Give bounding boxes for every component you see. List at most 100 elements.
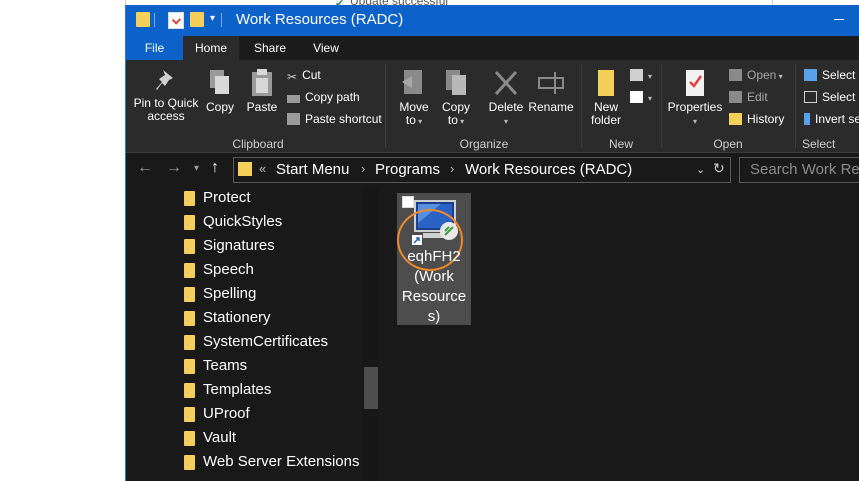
breadcrumb-overflow[interactable]: «	[259, 161, 266, 176]
tree-item-systemcertificates[interactable]: SystemCertificates	[184, 331, 364, 355]
copy-to-button[interactable]: Copy to ▾	[436, 68, 476, 128]
invert-selection-label: Invert selection	[815, 112, 859, 126]
folder-icon	[184, 191, 195, 206]
tree-item-web-server-extensions[interactable]: Web Server Extensions	[184, 451, 364, 475]
ribbon-tab-bar: File Home Share View	[126, 36, 859, 60]
title-bar: ▾ Work Resources (RADC)	[126, 5, 859, 36]
tree-item-label: SystemCertificates	[203, 333, 329, 350]
tree-item-signatures[interactable]: Signatures	[184, 235, 364, 259]
tab-share[interactable]: Share	[242, 36, 298, 60]
tree-item-templates[interactable]: Templates	[184, 379, 364, 403]
tree-item-vault[interactable]: Vault	[184, 427, 364, 451]
folder-icon	[136, 12, 150, 27]
breadcrumb-work-resources[interactable]: Work Resources (RADC)	[465, 161, 632, 178]
search-input[interactable]: Search Work Resources (RADC)	[739, 157, 859, 183]
tree-item-label: Templates	[203, 381, 272, 398]
minimize-button[interactable]	[834, 19, 844, 20]
tree-item-quickstyles[interactable]: QuickStyles	[184, 211, 364, 235]
folder-icon	[184, 359, 195, 374]
window-title: Work Resources (RADC)	[236, 11, 404, 28]
folder-icon	[184, 407, 195, 422]
new-item-button[interactable]: ▾	[630, 68, 652, 84]
navigation-scrollbar[interactable]	[362, 187, 379, 481]
tree-item-label: Speech	[203, 261, 254, 278]
select-none-button[interactable]: Select none	[804, 90, 859, 104]
recent-locations-chevron-icon[interactable]: ▾	[194, 163, 199, 174]
select-group: Select all Select none Invert selection …	[802, 60, 859, 152]
tab-file[interactable]: File	[126, 36, 183, 60]
back-arrow-icon[interactable]: ←	[137, 159, 153, 177]
tree-item-label: UProof	[203, 405, 250, 422]
properties-button[interactable]: Properties ▾	[666, 68, 724, 128]
breadcrumb-separator[interactable]: ›	[450, 161, 454, 176]
paste-button[interactable]: Paste	[244, 68, 280, 114]
rename-icon	[538, 72, 564, 94]
tree-item-stationery[interactable]: Stationery	[184, 307, 364, 331]
customize-toolbar-chevron-icon[interactable]: ▾	[210, 13, 215, 24]
chevron-down-icon: ▾	[692, 117, 697, 126]
file-name-line: eqhFH2	[407, 248, 461, 265]
scrollbar-thumb[interactable]	[364, 367, 378, 409]
select-all-button[interactable]: Select all	[804, 68, 859, 82]
pin-icon	[156, 70, 173, 90]
tree-item-teams[interactable]: Teams	[184, 355, 364, 379]
chevron-down-icon: ▾	[457, 117, 465, 126]
new-folder-button[interactable]: New folder	[586, 68, 626, 127]
search-placeholder: Search Work Resources (RADC)	[750, 161, 859, 178]
copy-label: Copy	[205, 100, 234, 114]
forward-arrow-icon[interactable]: →	[166, 159, 182, 177]
chevron-down-icon: ▾	[415, 117, 423, 126]
breadcrumb-separator[interactable]: ›	[361, 161, 365, 176]
edit-pencil-icon	[729, 91, 742, 103]
tab-view[interactable]: View	[298, 36, 354, 60]
organize-group-label: Organize	[459, 137, 509, 151]
tree-item-speech[interactable]: Speech	[184, 259, 364, 283]
breadcrumb-start-menu[interactable]: Start Menu	[276, 161, 349, 178]
edit-button[interactable]: Edit	[729, 90, 768, 104]
folder-icon	[184, 215, 195, 230]
rename-button[interactable]: Rename	[528, 68, 574, 114]
properties-quick-icon[interactable]	[168, 12, 184, 29]
paste-shortcut-label: Paste shortcut	[305, 112, 382, 126]
tree-item-uproof[interactable]: UProof	[184, 403, 364, 427]
copy-to-label-line2: to	[447, 113, 458, 127]
tree-item-protect[interactable]: Protect	[184, 187, 364, 211]
chevron-down-icon: ▾	[648, 94, 653, 103]
paste-shortcut-button[interactable]: Paste shortcut	[287, 112, 382, 126]
history-label: History	[747, 112, 785, 126]
tab-home[interactable]: Home	[183, 36, 239, 60]
pin-to-quick-access-button[interactable]: Pin to Quick access	[132, 68, 200, 123]
open-group-label: Open	[713, 137, 743, 151]
up-arrow-icon[interactable]: ↑	[211, 159, 219, 177]
copy-path-button[interactable]: Copy path	[287, 90, 360, 104]
open-button[interactable]: Open ▾	[729, 68, 783, 84]
easy-access-icon	[630, 91, 643, 103]
group-divider	[661, 64, 662, 148]
move-to-button[interactable]: Move to ▾	[394, 68, 434, 128]
delete-button[interactable]: Delete ▾	[486, 68, 526, 128]
breadcrumb-programs[interactable]: Programs	[375, 161, 440, 178]
select-none-label: Select none	[822, 90, 859, 104]
folder-icon	[184, 287, 195, 302]
folder-icon	[184, 431, 195, 446]
folder-icon	[184, 335, 195, 350]
address-dropdown-chevron-icon[interactable]: ⌄	[696, 163, 705, 176]
cut-label: Cut	[302, 68, 321, 82]
history-button[interactable]: History	[729, 112, 784, 126]
copy-path-label: Copy path	[305, 90, 360, 104]
easy-access-button[interactable]: ▾	[630, 90, 652, 106]
folder-icon	[184, 263, 195, 278]
pin-label-line1: Pin to Quick	[133, 96, 199, 110]
chevron-down-icon: ▾	[648, 72, 653, 81]
cut-button[interactable]: ✂ Cut	[287, 68, 321, 84]
invert-selection-button[interactable]: Invert selection	[804, 112, 859, 126]
new-folder-label-line1: New	[593, 100, 618, 114]
file-list-pane: eqhFH2 (Work Resource s)	[379, 187, 859, 481]
refresh-icon[interactable]: ↻	[713, 160, 725, 177]
address-bar[interactable]: « Start Menu › Programs › Work Resources…	[233, 157, 731, 183]
file-item-eqhfh2[interactable]: eqhFH2 (Work Resource s)	[397, 193, 471, 325]
copy-button[interactable]: Copy	[203, 68, 237, 114]
tree-item-spelling[interactable]: Spelling	[184, 283, 364, 307]
new-folder-quick-icon[interactable]	[190, 12, 204, 27]
title-divider	[221, 13, 222, 27]
